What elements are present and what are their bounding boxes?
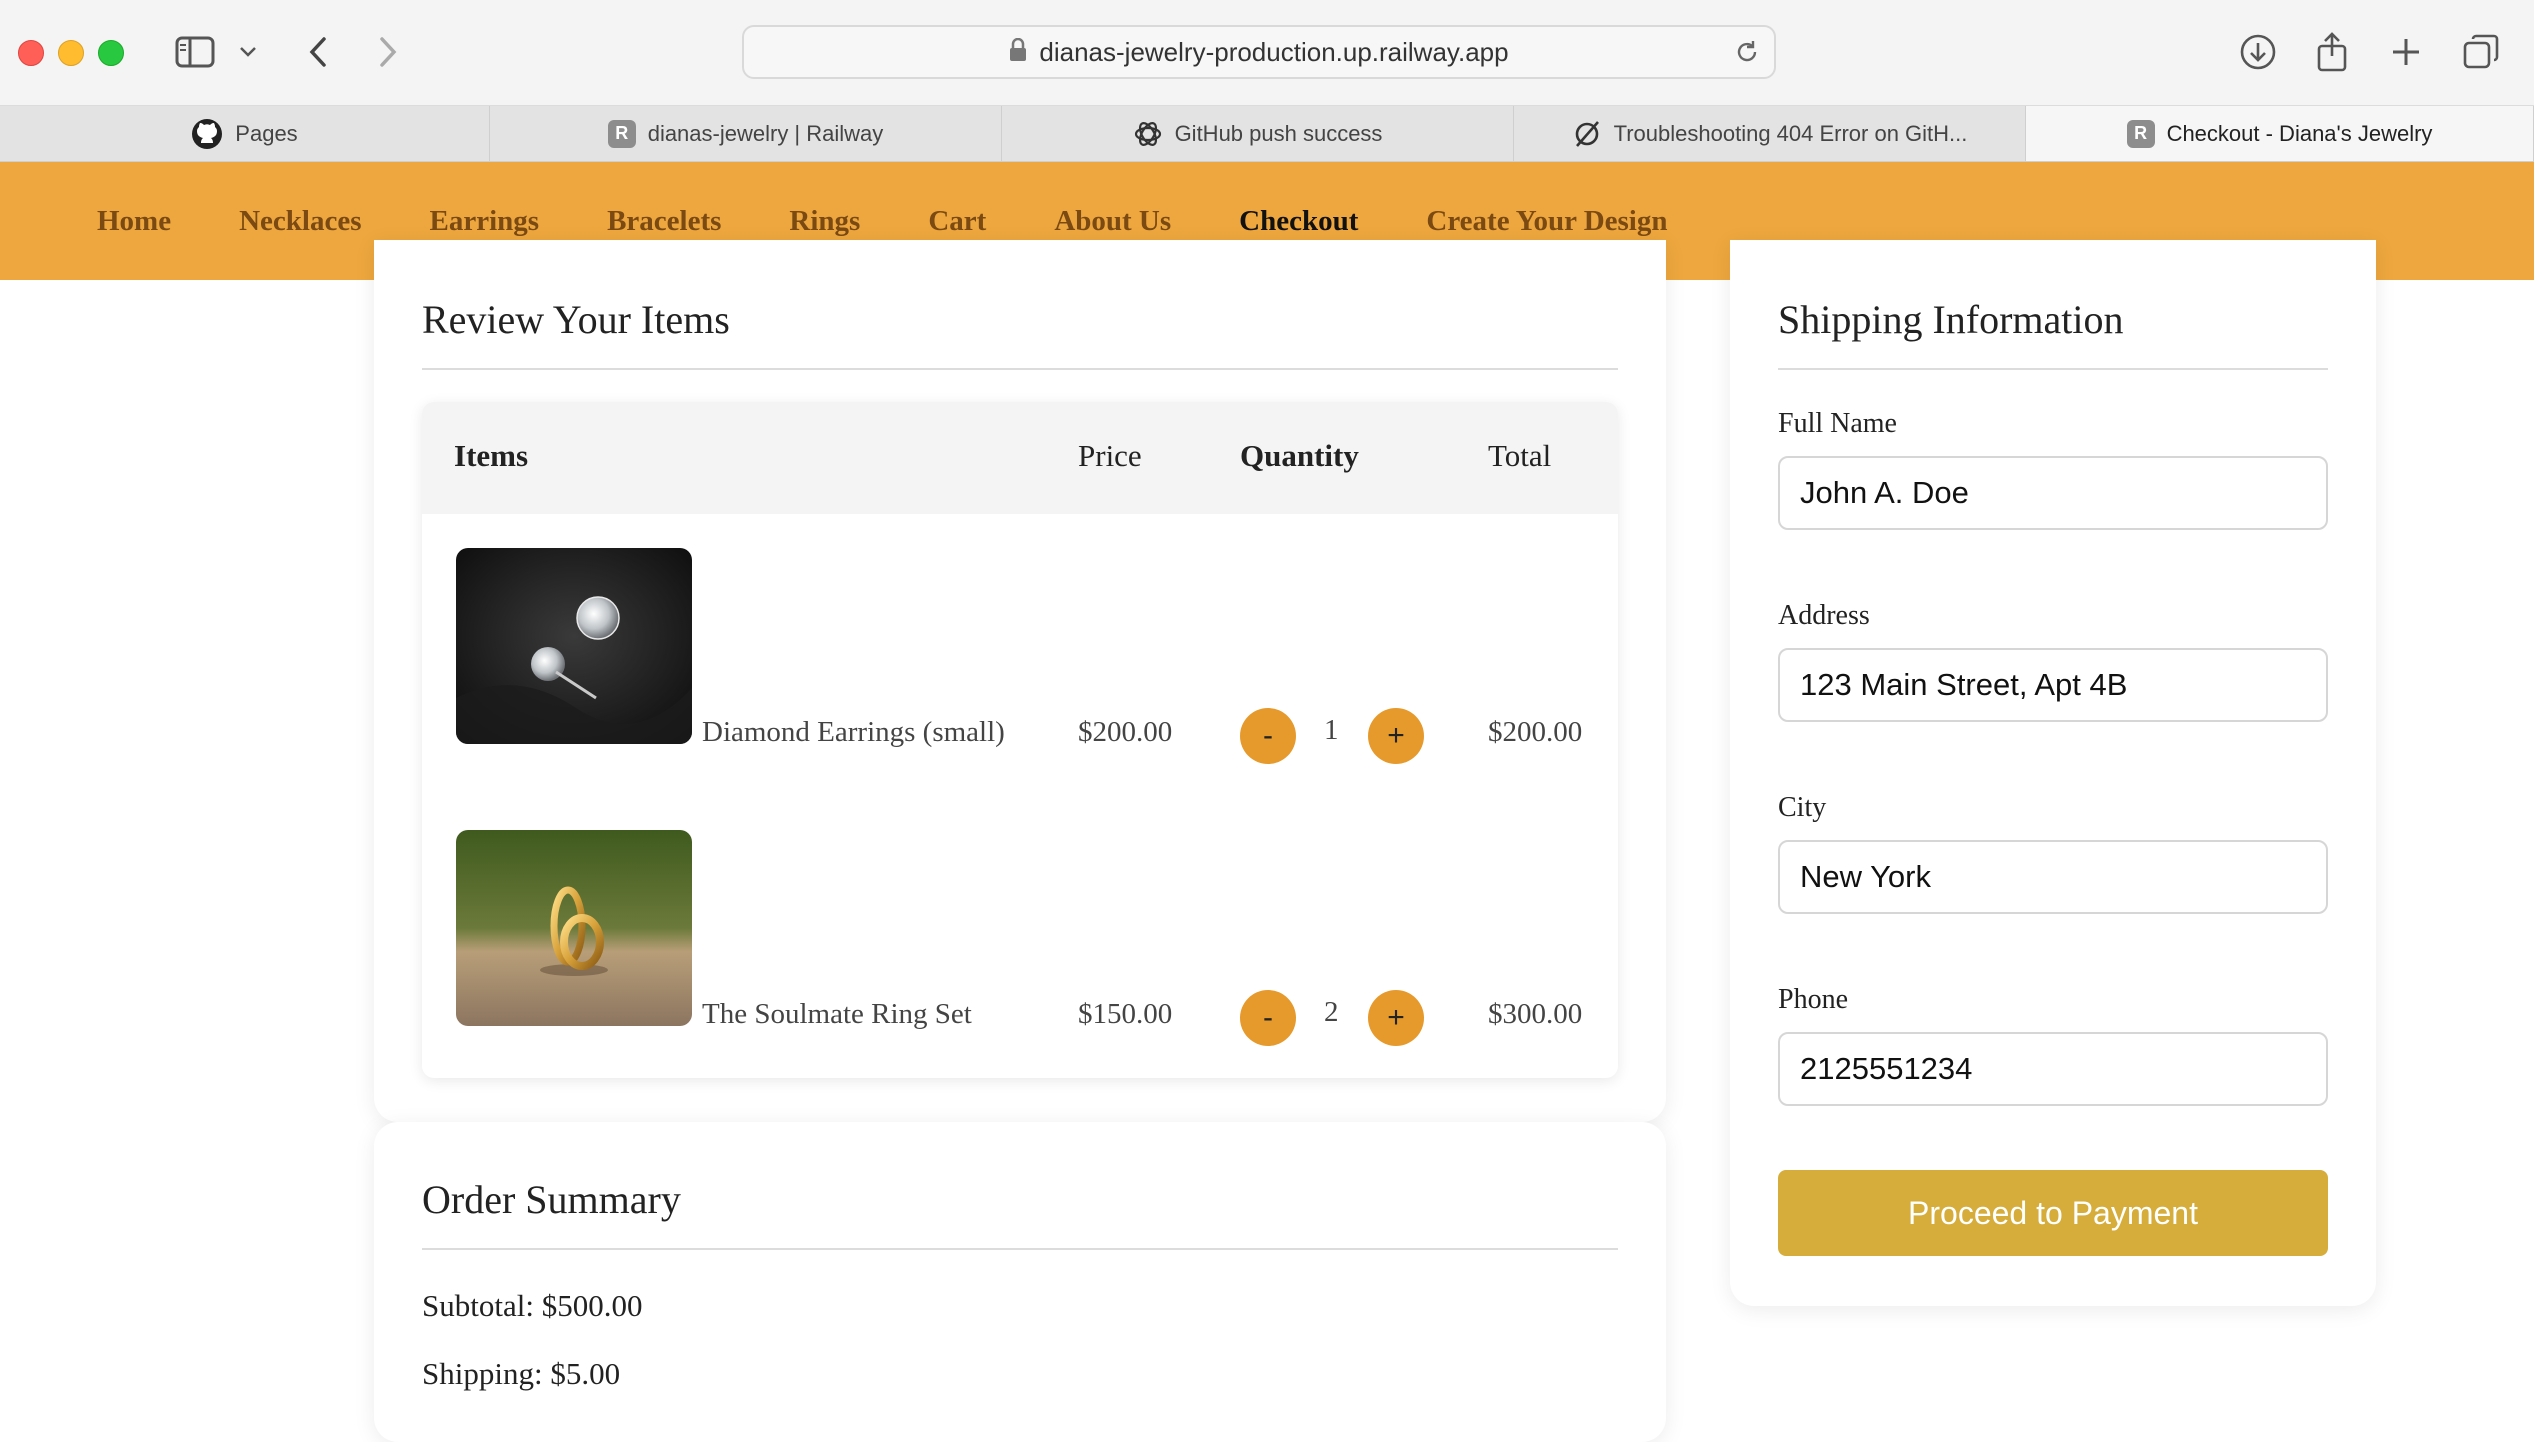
nav-earrings[interactable]: Earrings (430, 205, 540, 238)
soulmate-ring-set-image[interactable] (456, 830, 692, 1026)
increase-quantity-button[interactable]: + (1368, 990, 1424, 1046)
download-icon[interactable] (2236, 24, 2280, 80)
subtotal-text: Subtotal: $500.00 (422, 1288, 643, 1323)
nav-create-your-design[interactable]: Create Your Design (1426, 205, 1667, 238)
forward-arrow-icon[interactable] (370, 24, 406, 80)
diamond-earrings-image[interactable] (456, 548, 692, 744)
item-price: $200.00 (1078, 716, 1173, 748)
header-quantity: Quantity (1240, 438, 1359, 473)
header-items: Items (454, 438, 529, 473)
nav-cart[interactable]: Cart (928, 205, 986, 238)
item-total: $300.00 (1488, 998, 1583, 1030)
nav-necklaces[interactable]: Necklaces (239, 205, 361, 238)
item-quantity: 1 (1324, 714, 1339, 746)
browser-toolbar: dianas-jewelry-production.up.railway.app (0, 0, 2534, 106)
tab-label: dianas-jewelry | Railway (647, 120, 884, 146)
item-price: $150.00 (1078, 998, 1173, 1030)
tab-label: GitHub push success (1174, 120, 1383, 146)
tab-label: Checkout - Diana's Jewelry (2166, 120, 2433, 146)
chatgpt-icon (1133, 119, 1163, 149)
address-bar[interactable]: dianas-jewelry-production.up.railway.app (742, 25, 1776, 79)
new-tab-icon[interactable] (2386, 24, 2426, 80)
railway-icon: R (607, 119, 636, 148)
decrease-quantity-button[interactable]: - (1240, 708, 1296, 764)
item-quantity: 2 (1324, 996, 1339, 1028)
tab-pages[interactable]: Pages (0, 106, 490, 161)
order-summary-title: Order Summary (422, 1177, 681, 1222)
header-total: Total (1488, 438, 1552, 473)
address-field[interactable] (1778, 648, 2328, 722)
full-name-field[interactable] (1778, 456, 2328, 530)
zoom-window-button[interactable] (98, 40, 124, 66)
close-window-button[interactable] (18, 40, 44, 66)
shipping-divider (1778, 368, 2328, 370)
address-label: Address (1778, 600, 1870, 631)
shipping-info-card (1730, 240, 2376, 1306)
nav-about-us[interactable]: About Us (1054, 205, 1171, 238)
phone-field[interactable] (1778, 1032, 2328, 1106)
share-icon[interactable] (2312, 24, 2352, 80)
chevron-down-icon[interactable] (236, 24, 260, 80)
tab-github-push[interactable]: GitHub push success (1002, 106, 1514, 161)
nav-home[interactable]: Home (97, 205, 171, 238)
nav-rings[interactable]: Rings (789, 205, 860, 238)
order-summary-card (374, 1122, 1666, 1442)
tab-overview-icon[interactable] (2460, 24, 2502, 80)
tab-checkout[interactable]: R Checkout - Diana's Jewelry (2026, 106, 2534, 161)
tab-bar: Pages R dianas-jewelry | Railway GitHub … (0, 106, 2534, 162)
decrease-quantity-button[interactable]: - (1240, 990, 1296, 1046)
tab-label: Pages (235, 120, 298, 146)
nav-checkout[interactable]: Checkout (1239, 205, 1358, 238)
github-icon (191, 118, 223, 150)
shipping-info-title: Shipping Information (1778, 297, 2124, 342)
sidebar-toggle-icon[interactable] (170, 24, 220, 80)
item-total: $200.00 (1488, 716, 1583, 748)
city-field[interactable] (1778, 840, 2328, 914)
tab-railway[interactable]: R dianas-jewelry | Railway (490, 106, 1002, 161)
railway-icon: R (2126, 119, 2155, 148)
url-text: dianas-jewelry-production.up.railway.app (1039, 36, 1509, 67)
item-name: The Soulmate Ring Set (702, 998, 972, 1030)
item-name: Diamond Earrings (small) (702, 716, 1005, 748)
reload-icon[interactable] (1734, 39, 1760, 70)
review-divider (422, 368, 1618, 370)
table-header: Items Price Quantity Total (422, 402, 1618, 514)
tab-troubleshooting[interactable]: Troubleshooting 404 Error on GitH... (1514, 106, 2026, 161)
full-name-label: Full Name (1778, 408, 1897, 439)
railway-badge: R (607, 119, 636, 148)
back-arrow-icon[interactable] (300, 24, 336, 80)
city-label: City (1778, 792, 1827, 823)
phone-label: Phone (1778, 984, 1848, 1015)
lock-icon (1009, 37, 1027, 67)
tab-label: Troubleshooting 404 Error on GitH... (1613, 120, 1968, 146)
summary-divider (422, 1248, 1618, 1250)
review-items-title: Review Your Items (422, 297, 730, 342)
nav-bracelets[interactable]: Bracelets (607, 205, 721, 238)
shipping-cost-text: Shipping: $5.00 (422, 1356, 621, 1391)
perplexity-icon (1572, 119, 1602, 149)
items-table: Items Price Quantity Total Diamond Earri… (422, 402, 1618, 1078)
header-price: Price (1078, 438, 1142, 473)
minimize-window-button[interactable] (58, 40, 84, 66)
increase-quantity-button[interactable]: + (1368, 708, 1424, 764)
proceed-to-payment-button[interactable]: Proceed to Payment (1778, 1170, 2328, 1256)
railway-badge: R (2126, 119, 2155, 148)
